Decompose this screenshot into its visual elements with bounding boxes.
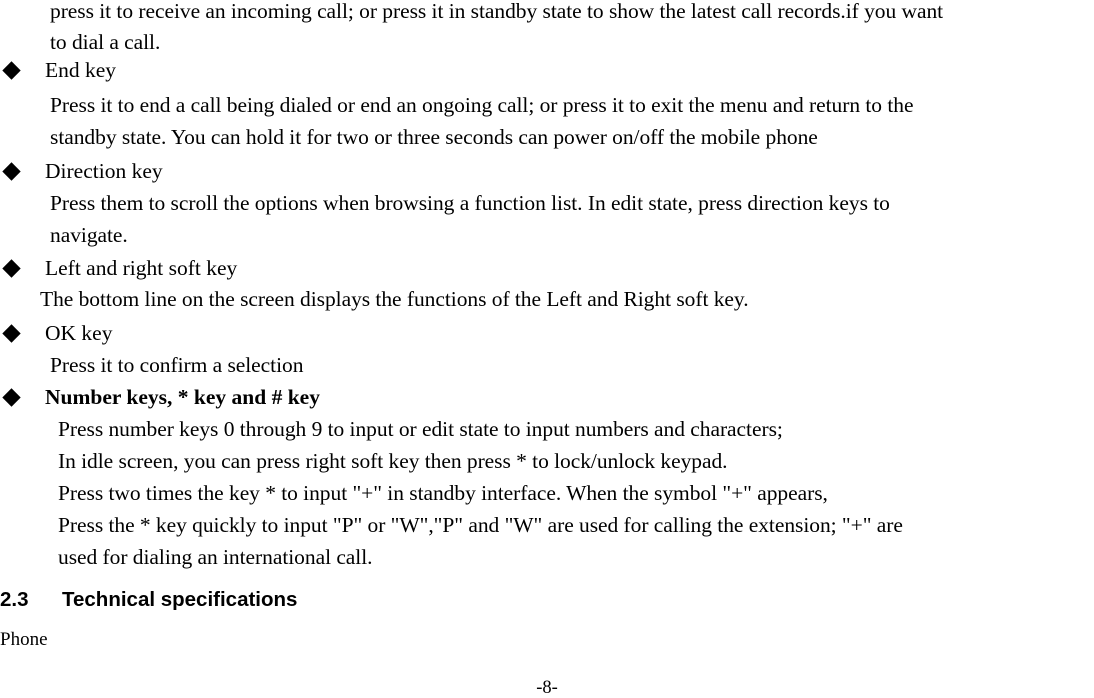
bullet-item: Left and right soft key xyxy=(0,256,1094,282)
section-heading-title: Technical specifications xyxy=(62,588,298,611)
bullet-item-label: OK key xyxy=(45,321,113,345)
body-line: In idle screen, you can press right soft… xyxy=(58,449,728,473)
body-line: Press it to confirm a selection xyxy=(50,353,304,377)
body-line: navigate. xyxy=(50,223,128,247)
bullet-item-label: Number keys, * key and # key xyxy=(45,385,320,409)
bullet-item: End key xyxy=(0,58,1094,84)
body-line: used for dialing an international call. xyxy=(58,545,373,569)
body-line: standby state. You can hold it for two o… xyxy=(50,125,818,149)
diamond-bullet-icon xyxy=(2,324,21,343)
bullet-item-label: Left and right soft key xyxy=(45,256,238,280)
body-line: The bottom line on the screen displays t… xyxy=(40,287,749,311)
document-page: press it to receive an incoming call; or… xyxy=(0,0,1094,698)
bullet-item: Number keys, * key and # key xyxy=(0,385,1094,411)
subsection-label: Phone xyxy=(0,629,48,650)
bullet-item: OK key xyxy=(0,321,1094,347)
body-line: Press it to end a call being dialed or e… xyxy=(50,93,914,117)
bullet-item-label: Direction key xyxy=(45,159,163,183)
body-line: to dial a call. xyxy=(50,30,161,54)
diamond-bullet-icon xyxy=(2,162,21,181)
page-number: -8- xyxy=(536,678,558,698)
diamond-bullet-icon xyxy=(2,388,21,407)
body-line: Press the * key quickly to input "P" or … xyxy=(58,513,903,537)
body-line: Press two times the key * to input "+" i… xyxy=(58,481,828,505)
bullet-item: Direction key xyxy=(0,159,1094,185)
body-line: Press number keys 0 through 9 to input o… xyxy=(58,417,783,441)
bullet-item-label: End key xyxy=(45,58,117,82)
body-line: press it to receive an incoming call; or… xyxy=(50,0,944,23)
diamond-bullet-icon xyxy=(2,61,21,80)
section-heading-number: 2.3 xyxy=(0,588,29,611)
section-heading: 2.3 Technical specifications xyxy=(0,588,297,612)
body-line: Press them to scroll the options when br… xyxy=(50,191,890,215)
diamond-bullet-icon xyxy=(2,259,21,278)
